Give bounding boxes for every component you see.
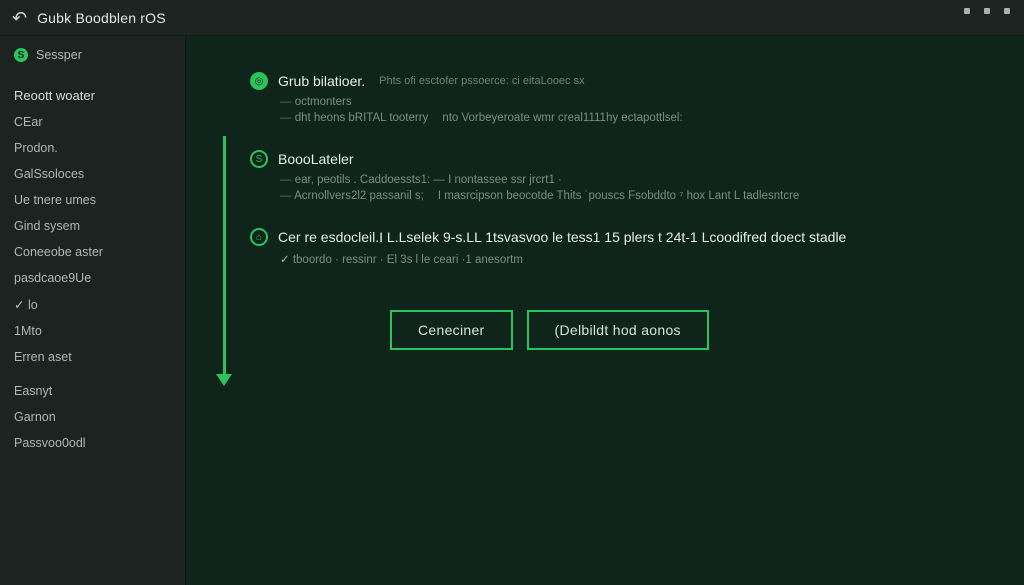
sidebar-item[interactable]: lo — [14, 295, 175, 314]
sidebar-list-secondary: Easnyt Garnon Passvoo0odl — [14, 382, 175, 452]
back-icon[interactable]: ↶ — [12, 9, 27, 27]
window-control-dot[interactable] — [964, 8, 970, 14]
session-label: Sessper — [36, 48, 82, 62]
window-control-dot[interactable] — [984, 8, 990, 14]
step-sub-detail: I masrcipson beocotde Thits ˙pouscs Fsob… — [438, 190, 800, 202]
step-block: ◎ Grub bilatioer. Phts ofi esctofer pssoer… — [250, 72, 996, 124]
action-row: Ceneciner (Delbildt hod aonos — [390, 310, 996, 350]
step-sub-detail: nto Vorbeyeroate wmr creal1111hy ectapot… — [442, 112, 682, 124]
sidebar-item[interactable]: CEar — [14, 113, 175, 131]
step-title: BoooLateler — [278, 151, 354, 167]
step-sub-lead: tboordo · ressinr · El 3s l le ceari ·1 … — [280, 252, 523, 266]
sidebar-item[interactable]: Erren aset — [14, 348, 175, 366]
step-header: S BoooLateler — [250, 150, 996, 168]
step-subrow: octmonters — [280, 96, 996, 108]
step-title: Grub bilatioer. — [278, 73, 365, 89]
step-icon: ◎ — [250, 72, 268, 90]
confirm-button[interactable]: (Delbildt hod aonos — [527, 310, 709, 350]
step-title: Cer re esdocleil.I L.Lselek 9-s.LL 1tsva… — [278, 229, 846, 245]
sidebar-section-title: Reoott woater — [14, 88, 175, 103]
session-indicator[interactable]: S Sessper — [14, 48, 175, 62]
sidebar-item[interactable]: Easnyt — [14, 382, 175, 400]
sidebar-item[interactable]: pasdcaoe9Ue — [14, 269, 175, 287]
step-header: ⌂ Cer re esdocleil.I L.Lselek 9-s.LL 1tsv… — [250, 228, 996, 246]
step-subrow: ear, peotils . Caddoessts1: — I nontasse… — [280, 174, 996, 186]
step-sub-lead: Acrnollvers2l2 passanil s; — [280, 190, 424, 202]
step-sub-lead: dht heons bRITAL tooterry — [280, 112, 428, 124]
flow-arrow-icon — [214, 136, 234, 386]
sidebar-item[interactable]: Gind sysem — [14, 217, 175, 235]
step-header: ◎ Grub bilatioer. Phts ofi esctofer pssoer… — [250, 72, 996, 90]
sidebar-item[interactable]: Coneeobe aster — [14, 243, 175, 261]
step-sub-lead: octmonters — [280, 96, 352, 108]
step-desc: Phts ofi esctofer pssoerce: ci eitaLooec… — [379, 75, 584, 87]
cancel-button[interactable]: Ceneciner — [390, 310, 513, 350]
titlebar: ↶ Gubk Boodblen rOS — [0, 0, 1024, 36]
step-subrow: tboordo · ressinr · El 3s l le ceari ·1 … — [280, 252, 996, 266]
page-title: Gubk Boodblen rOS — [37, 10, 166, 26]
sidebar-item[interactable]: Prodon. — [14, 139, 175, 157]
step-sub-lead: ear, peotils . Caddoessts1: — I nontasse… — [280, 174, 562, 186]
sidebar: S Sessper Reoott woater CEar Prodon. GalSs… — [0, 36, 186, 585]
sidebar-list: CEar Prodon. GalSsoloces Ue tnere umes Gind … — [14, 113, 175, 366]
step-block: ⌂ Cer re esdocleil.I L.Lselek 9-s.LL 1tsv… — [250, 228, 996, 266]
window-controls — [964, 8, 1010, 14]
step-icon: S — [250, 150, 268, 168]
session-icon: S — [14, 48, 28, 62]
step-subrow: Acrnollvers2l2 passanil s; I masrcipson b… — [280, 190, 996, 202]
step-block: S BoooLateler ear, peotils . Caddoessts1: … — [250, 150, 996, 202]
sidebar-item[interactable]: Garnon — [14, 408, 175, 426]
step-subrow: dht heons bRITAL tooterry nto Vorbeyeroat… — [280, 112, 996, 124]
sidebar-item[interactable]: 1Mto — [14, 322, 175, 340]
window-control-dot[interactable] — [1004, 8, 1010, 14]
sidebar-item[interactable]: Passvoo0odl — [14, 434, 175, 452]
sidebar-item[interactable]: Ue tnere umes — [14, 191, 175, 209]
sidebar-item[interactable]: GalSsoloces — [14, 165, 175, 183]
step-icon: ⌂ — [250, 228, 268, 246]
main-panel: ◎ Grub bilatioer. Phts ofi esctofer pssoer… — [186, 36, 1024, 585]
